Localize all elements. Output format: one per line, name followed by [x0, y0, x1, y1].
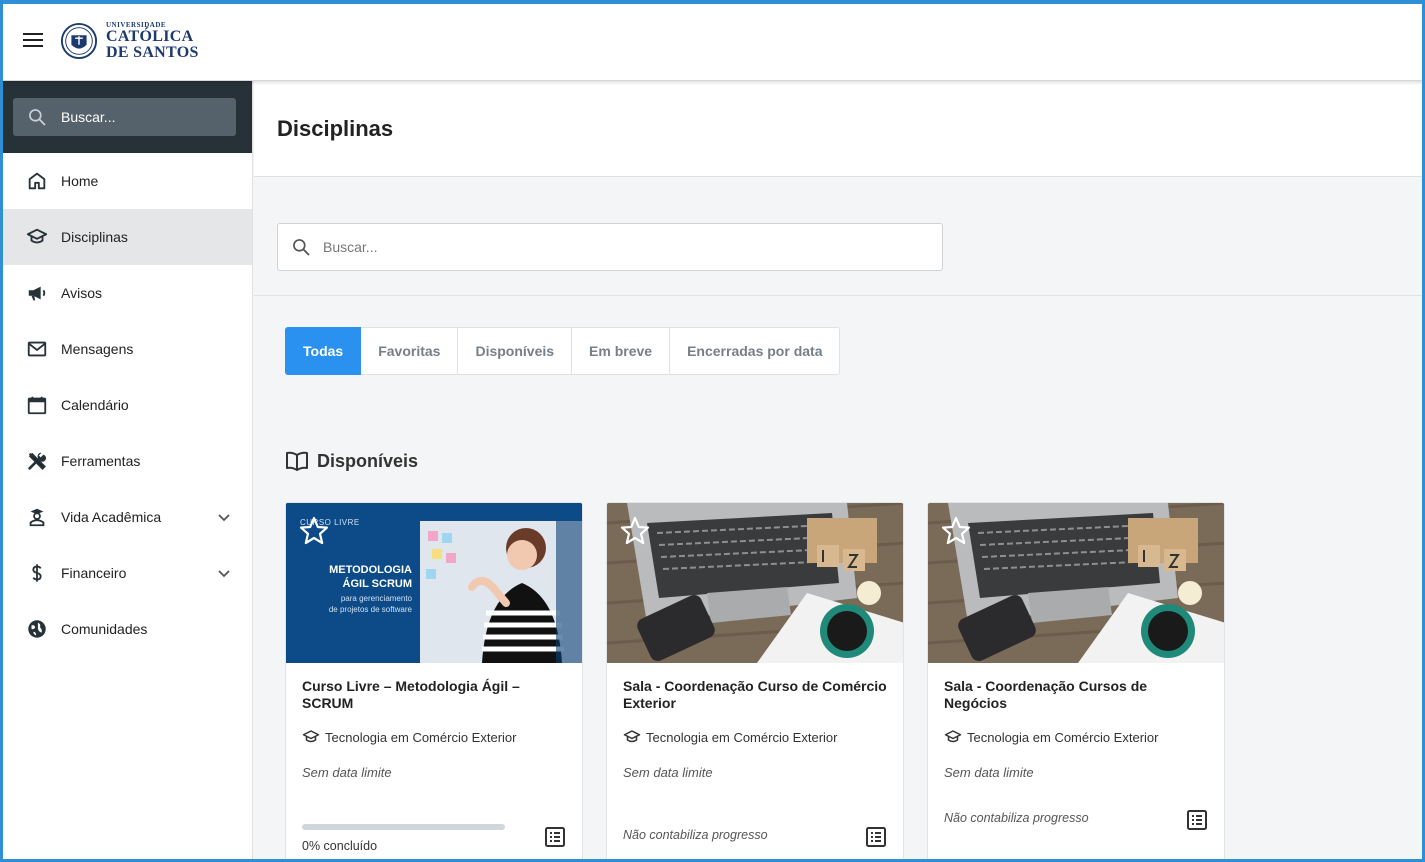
tab-encerradas-por-data[interactable]: Encerradas por data [670, 327, 841, 375]
mail-icon [25, 337, 49, 361]
university-logo[interactable]: UNIVERSIDADE CATÓLICA DE SANTOS [60, 20, 199, 62]
chevron-down-icon[interactable] [216, 509, 232, 525]
sidebar-item-label: Disciplinas [61, 229, 128, 245]
tools-icon [25, 449, 49, 473]
star-icon[interactable] [298, 515, 330, 547]
logo-line-3: DE SANTOS [106, 43, 199, 61]
sidebar-item-label: Comunidades [61, 621, 148, 637]
sidebar-item-vida-academica[interactable]: Vida Acadêmica [0, 489, 252, 545]
sidebar-item-financeiro[interactable]: Financeiro [0, 545, 252, 601]
card-course-name: Tecnologia em Comércio Exterior [967, 729, 1159, 745]
main-content: Disciplinas Buscar... Todas Favoritas Di… [254, 81, 1425, 862]
top-bar: UNIVERSIDADE CATÓLICA DE SANTOS [0, 0, 1425, 81]
course-card[interactable]: CURSO LIVRE METODOLOGIA ÁGIL SCRUM para … [285, 502, 583, 862]
graduation-cap-icon [944, 730, 962, 743]
sidebar-item-label: Home [61, 173, 99, 189]
sidebar-search-input[interactable]: Buscar... [13, 98, 236, 136]
sidebar-item-avisos[interactable]: Avisos [0, 265, 252, 321]
title-bar: Disciplinas [254, 81, 1425, 177]
star-icon[interactable] [619, 515, 651, 547]
search-section: Buscar... [254, 177, 1425, 296]
course-banner-scrum: CURSO LIVRE METODOLOGIA ÁGIL SCRUM para … [286, 503, 582, 663]
banner-headline-2: ÁGIL SCRUM [342, 578, 412, 590]
card-title: Curso Livre – Metodologia Ágil – SCRUM [302, 678, 520, 711]
sidebar-search-area: Buscar... [0, 81, 252, 153]
course-details-icon[interactable] [544, 826, 566, 848]
graduation-cap-icon [623, 730, 641, 743]
logo-line-2: CATÓLICA [106, 27, 194, 45]
sidebar-item-comunidades[interactable]: Comunidades [0, 601, 252, 657]
sidebar-item-label: Vida Acadêmica [61, 509, 162, 525]
tab-todas[interactable]: Todas [285, 327, 362, 375]
banner-sub-2: de projetos de software [328, 605, 412, 614]
search-input[interactable]: Buscar... [277, 223, 943, 271]
sidebar-item-calendario[interactable]: Calendário [0, 377, 252, 433]
progress-label: 0% concluído [302, 839, 378, 853]
tab-disponiveis[interactable]: Disponíveis [458, 327, 573, 375]
graduation-cap-icon [302, 730, 320, 743]
star-icon[interactable] [940, 515, 972, 547]
graduation-cap-icon [25, 225, 49, 249]
filter-tabs: Todas Favoritas Disponíveis Em breve Enc… [285, 327, 841, 375]
home-icon [25, 169, 49, 193]
page-title: Disciplinas [277, 116, 394, 141]
sidebar-item-label: Ferramentas [61, 453, 141, 469]
sidebar-item-disciplinas[interactable]: Disciplinas [0, 209, 252, 265]
course-details-icon[interactable] [865, 826, 887, 848]
card-progress: 0% concluído [302, 824, 566, 853]
course-details-icon[interactable] [1186, 809, 1208, 831]
course-card[interactable]: Sala - Coordenação Cursos de Negócios Te… [927, 502, 1225, 862]
card-course-name: Tecnologia em Comércio Exterior [325, 729, 517, 745]
calendar-icon [25, 393, 49, 417]
card-course-name: Tecnologia em Comércio Exterior [646, 729, 838, 745]
seal-icon [60, 22, 98, 60]
globe-icon [25, 617, 49, 641]
card-course: Tecnologia em Comércio Exterior [944, 729, 1208, 745]
card-title: Sala - Coordenação Curso de Comércio Ext… [623, 678, 887, 711]
course-card[interactable]: Sala - Coordenação Curso de Comércio Ext… [606, 502, 904, 862]
card-deadline: Sem data limite [302, 765, 392, 780]
search-icon [293, 239, 310, 256]
student-icon [25, 505, 49, 529]
sidebar-item-ferramentas[interactable]: Ferramentas [0, 433, 252, 489]
chevron-down-icon[interactable] [216, 565, 232, 581]
sidebar-item-label: Financeiro [61, 565, 127, 581]
card-deadline: Sem data limite [623, 765, 713, 780]
sidebar-nav: Home Disciplinas Avisos Mensagens Calend… [0, 153, 252, 657]
card-course: Tecnologia em Comércio Exterior [302, 729, 566, 745]
tab-em-breve[interactable]: Em breve [572, 327, 671, 375]
card-progress-note: Não contabiliza progresso [944, 811, 1089, 825]
section-title: Disponíveis [317, 450, 419, 471]
dollar-icon [25, 561, 49, 585]
card-progress-note: Não contabiliza progresso [623, 828, 768, 842]
hamburger-icon[interactable] [23, 33, 43, 49]
desk-illustration [607, 503, 903, 663]
card-deadline: Sem data limite [944, 765, 1034, 780]
section-header: Disponíveis [285, 450, 418, 472]
sidebar-item-label: Avisos [61, 285, 102, 301]
card-title: Sala - Coordenação Cursos de Negócios [944, 678, 1148, 711]
open-book-icon [286, 451, 308, 471]
sidebar-item-mensagens[interactable]: Mensagens [0, 321, 252, 377]
course-banner-desk [928, 503, 1224, 663]
search-icon [29, 109, 46, 126]
banner-headline-1: METODOLOGIA [329, 564, 412, 576]
sidebar-item-home[interactable]: Home [0, 153, 252, 209]
progress-bar [302, 824, 505, 830]
sidebar-item-label: Mensagens [61, 341, 134, 357]
desk-illustration [928, 503, 1224, 663]
search-placeholder: Buscar... [323, 239, 378, 255]
sidebar-item-label: Calendário [61, 397, 129, 413]
banner-sub-1: para gerenciamento [340, 594, 412, 603]
sidebar-search-placeholder: Buscar... [61, 109, 116, 125]
course-banner-desk [607, 503, 903, 663]
megaphone-icon [25, 281, 49, 305]
card-course: Tecnologia em Comércio Exterior [623, 729, 887, 745]
sidebar: Buscar... Home Disciplinas Avisos Mensag… [0, 81, 253, 862]
tab-favoritas[interactable]: Favoritas [361, 327, 459, 375]
